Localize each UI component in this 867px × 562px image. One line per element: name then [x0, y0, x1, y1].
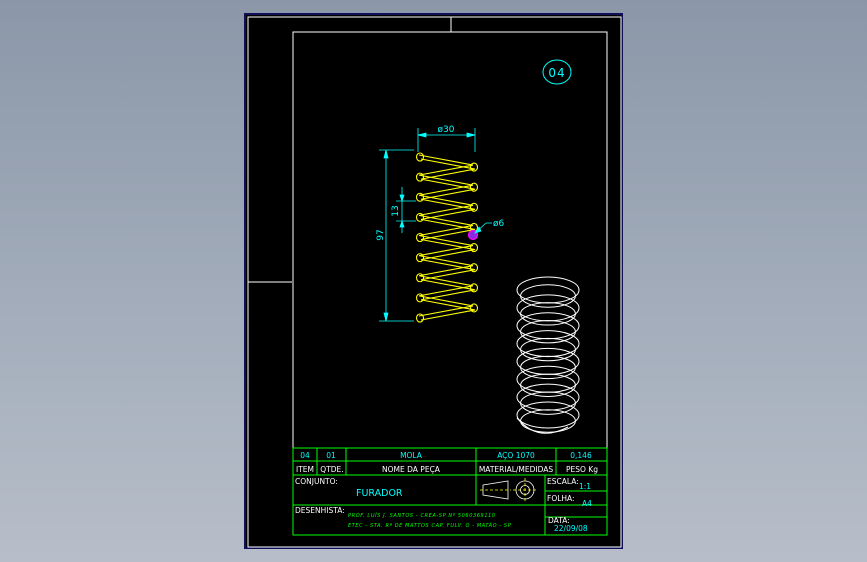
spring-coil-end [415, 273, 425, 283]
balloon-number: 04 [548, 66, 565, 80]
iso-coil-ring [520, 355, 576, 380]
tb-name-value: MOLA [400, 451, 423, 460]
tb-weight-value: 0,146 [570, 451, 592, 460]
spring-coil-end [469, 182, 479, 192]
iso-coil-ring [520, 320, 576, 344]
tb-weight-header: PESO Kg [566, 465, 598, 474]
cad-viewport[interactable]: 04 ø30 97 13 ø6 04 01 MOLA AÇO 1070 0,14… [244, 13, 623, 549]
spring-coil-end [415, 313, 425, 323]
spring-coil-end [415, 192, 425, 202]
iso-coil-ring [516, 401, 580, 429]
iso-coil-ring [520, 373, 576, 397]
tb-desenhista-line1: PROF. LUÍS J. SANTOS - CREA-SP Nº 506036… [348, 512, 496, 519]
spring-coil-end [469, 303, 479, 313]
tb-material-value: AÇO 1070 [497, 451, 535, 460]
tb-data-value: 22/09/08 [554, 524, 588, 533]
tb-qty-value: 01 [326, 451, 336, 460]
spring-coil-end [415, 212, 425, 222]
iso-coil-ring [520, 391, 576, 415]
tb-escala-label: ESCALA: [547, 477, 579, 486]
dim-pitch-arrow-bottom [399, 219, 405, 228]
dim-wire-text: ø6 [493, 219, 505, 229]
iso-coil-tail [516, 417, 569, 434]
spring-coil-end [415, 253, 425, 263]
spring-side-view [415, 152, 479, 323]
iso-coil-ring [520, 302, 576, 326]
tb-material-header: MATERIAL/MEDIDAS [479, 465, 554, 474]
tb-escala-value: 1:1 [579, 482, 591, 491]
iso-coil-ring [520, 284, 576, 308]
iso-coil-ring [520, 337, 576, 362]
drawing-border [292, 31, 608, 536]
dim-len-arrow-top [383, 149, 389, 159]
tb-conjunto-value: FURADOR [356, 488, 403, 499]
tb-desenhista-line2: ETEC - STA. Rª DE MATTOS CAP. FULV. O - … [348, 522, 511, 529]
tb-conjunto-label: CONJUNTO: [295, 477, 338, 486]
dim-len-text: 97 [376, 229, 386, 240]
spring-coil-end [415, 152, 425, 162]
spring-coil-end [415, 293, 425, 303]
tb-item-value: 04 [300, 451, 310, 460]
tb-name-header: NOME DA PEÇA [382, 465, 441, 474]
spring-coil-end [469, 162, 479, 172]
tb-folha-label: FOLHA: [547, 494, 575, 503]
spring-coil-end [469, 243, 479, 253]
technical-drawing: 04 ø30 97 13 ø6 04 01 MOLA AÇO 1070 0,14… [247, 16, 622, 548]
spring-coil-end [469, 283, 479, 293]
dim-pitch-arrow-top [399, 194, 405, 203]
spring-coil-end [469, 202, 479, 212]
tb-desenhista-label: DESENHISTA: [295, 506, 345, 515]
part-balloon: 04 [542, 59, 572, 85]
tb-qty-header: QTDE. [320, 465, 343, 474]
tb-item-header: ITEM [296, 465, 314, 474]
dim-len-arrow-bottom [383, 312, 389, 322]
dim-dia-text: ø30 [438, 125, 455, 135]
dim-dia-arrow-left [417, 132, 427, 138]
spring-coil-end [415, 172, 425, 182]
spring-coil-end [469, 263, 479, 273]
title-block-texts: 04 01 MOLA AÇO 1070 0,146 ITEM QTDE. NOM… [295, 451, 598, 533]
tb-folha-value: A4 [582, 499, 592, 508]
dim-dia-arrow-right [466, 132, 476, 138]
spring-coil-end [415, 232, 425, 243]
spring-iso-view [516, 276, 580, 434]
dim-pitch-text: 13 [391, 205, 401, 216]
spring-coils [418, 154, 476, 321]
projection-symbol [480, 478, 537, 502]
